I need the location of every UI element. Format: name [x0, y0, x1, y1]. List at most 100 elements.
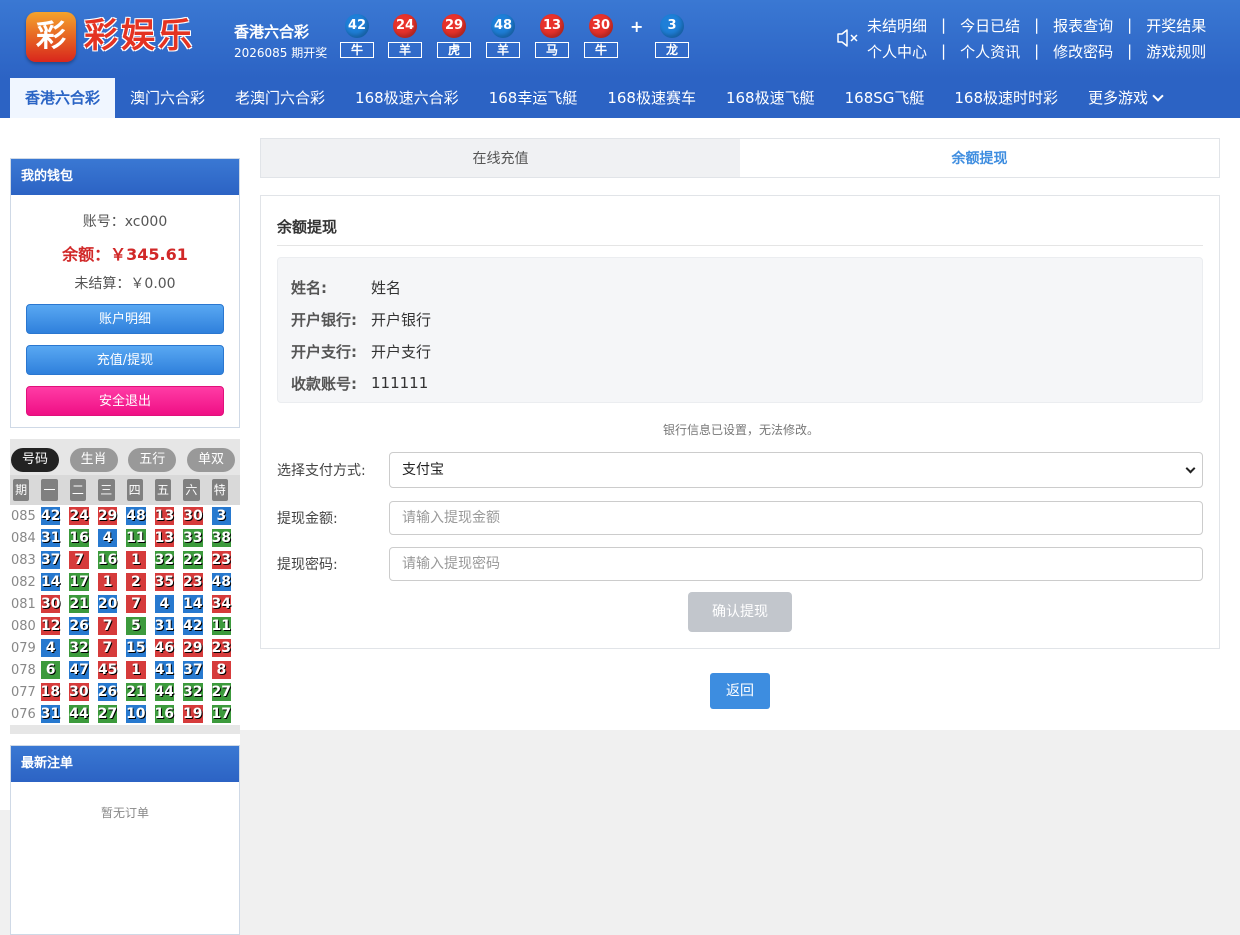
- nav-tab-168-lucky-boat[interactable]: 168幸运飞艇: [474, 78, 593, 118]
- ball-number: 48: [491, 14, 515, 38]
- history-number: 26: [69, 617, 89, 635]
- wallet-title: 我的钱包: [11, 159, 239, 195]
- history-number: 31: [154, 617, 175, 635]
- nav-tab-168-sg-boat[interactable]: 168SG飞艇: [830, 78, 940, 118]
- nav-tab-168-speed-ssc[interactable]: 168极速时时彩: [939, 78, 1073, 118]
- history-number: 32: [154, 551, 175, 569]
- ball-zodiac: 马: [535, 42, 569, 58]
- history-period: 080: [11, 618, 36, 634]
- history-row: 081 30 21 20 7 4 14 34: [10, 593, 240, 615]
- history-number: 18: [40, 683, 61, 701]
- history-number: 7: [97, 617, 118, 635]
- history-number: 42: [183, 617, 203, 635]
- info-value: 111111: [371, 374, 429, 392]
- nav-tab-168-speed-race[interactable]: 168极速赛车: [592, 78, 711, 118]
- history-period: 082: [11, 574, 36, 590]
- history-number: 4: [154, 595, 175, 613]
- link-game-rules[interactable]: 游戏规则: [1146, 41, 1206, 62]
- ball-number: 3: [660, 14, 684, 38]
- divider: [277, 245, 1203, 246]
- history-number: 48: [126, 507, 146, 525]
- history-number: 32: [69, 639, 89, 657]
- history-row: 082 14 17 1 2 35 23 48: [10, 571, 240, 593]
- separator: |: [941, 16, 947, 34]
- link-user-center[interactable]: 个人中心: [867, 41, 927, 62]
- bank-info-note: 银行信息已设置，无法修改。: [662, 423, 819, 437]
- info-label: 姓名:: [291, 278, 327, 297]
- password-input[interactable]: 请输入提现密码: [389, 547, 1203, 581]
- link-profile[interactable]: 个人资讯: [960, 41, 1020, 62]
- recent-bets-empty: 暂无订单: [100, 806, 149, 820]
- history-number: 46: [154, 639, 175, 657]
- history-number: 47: [69, 661, 89, 679]
- link-results[interactable]: 开奖结果: [1146, 15, 1206, 36]
- pay-method-value: 支付宝: [402, 462, 444, 478]
- history-number: 26: [97, 683, 118, 701]
- confirm-withdraw-button[interactable]: 确认提现: [688, 592, 792, 632]
- history-number: 29: [183, 639, 203, 657]
- tab-balance-withdraw[interactable]: 余额提现: [740, 139, 1219, 177]
- link-unsettled[interactable]: 未结明细: [867, 15, 927, 36]
- nav-tab-more-games[interactable]: 更多游戏: [1073, 78, 1177, 118]
- amount-input[interactable]: 请输入提现金额: [389, 501, 1203, 535]
- history-number: 5: [126, 617, 146, 635]
- history-tab-odd-even[interactable]: 单双: [186, 448, 235, 472]
- nav-tab-168-speed-six[interactable]: 168极速六合彩: [340, 78, 474, 118]
- history-number: 38: [211, 529, 231, 547]
- link-today-settled[interactable]: 今日已结: [960, 15, 1020, 36]
- account-detail-button[interactable]: 账户明细: [26, 304, 224, 334]
- history-tab-zodiac[interactable]: 生肖: [69, 448, 118, 472]
- nav-tab-168-speed-boat[interactable]: 168极速飞艇: [711, 78, 830, 118]
- history-number: 13: [154, 507, 175, 525]
- pay-method-select[interactable]: 支付宝: [389, 452, 1203, 488]
- tab-online-recharge[interactable]: 在线充值: [261, 139, 740, 177]
- history-number: 30: [183, 507, 203, 525]
- speaker-mute-icon[interactable]: [836, 27, 860, 49]
- wallet-panel: 我的钱包 账号：xc000 余额：￥345.61 未结算：￥0.00 账户明细 …: [10, 158, 240, 428]
- history-number: 16: [69, 529, 89, 547]
- history-number: 14: [183, 595, 203, 613]
- history-tab-element[interactable]: 五行: [128, 448, 177, 472]
- history-number: 16: [154, 705, 175, 723]
- nav-tab-old-macau[interactable]: 老澳门六合彩: [220, 78, 340, 118]
- recharge-withdraw-button[interactable]: 充值/提现: [26, 345, 224, 375]
- wallet-account: 账号：xc000: [82, 214, 168, 230]
- history-number: 31: [40, 529, 61, 547]
- history-number: 7: [126, 595, 146, 613]
- history-number: 23: [183, 573, 203, 591]
- history-period: 077: [11, 684, 36, 700]
- sidebar: 我的钱包 账号：xc000 余额：￥345.61 未结算：￥0.00 账户明细 …: [0, 118, 240, 935]
- info-name: 姓名: 姓名: [278, 271, 1202, 303]
- history-number: 48: [211, 573, 231, 591]
- history-number: 23: [211, 639, 231, 657]
- ball-number: 30: [589, 14, 613, 38]
- history-number: 11: [211, 617, 231, 635]
- link-report[interactable]: 报表查询: [1053, 15, 1113, 36]
- history-number: 6: [41, 661, 61, 679]
- lottery-name: 香港六合彩: [234, 23, 310, 41]
- history-row: 079 4 32 7 15 46 29 23: [10, 637, 240, 659]
- history-tab-number[interactable]: 号码: [11, 448, 59, 472]
- bank-info-box: 姓名: 姓名 开户银行: 开户银行 开户支行: 开户支行 收款账号: 111111: [277, 257, 1203, 403]
- history-number: 37: [40, 551, 61, 569]
- history-row: 080 12 26 7 5 31 42 11: [10, 615, 240, 637]
- history-number: 37: [183, 661, 203, 679]
- amount-row: 提现金额: 请输入提现金额: [277, 500, 1203, 536]
- nav-tab-hk-mark-six[interactable]: 香港六合彩: [10, 78, 116, 118]
- history-number: 30: [40, 595, 61, 613]
- logo-icon[interactable]: 彩: [26, 12, 76, 62]
- history-period: 081: [11, 596, 36, 612]
- logout-button[interactable]: 安全退出: [26, 386, 224, 416]
- back-button[interactable]: 返回: [710, 673, 770, 709]
- link-change-password[interactable]: 修改密码: [1053, 41, 1113, 62]
- history-number: 35: [154, 573, 175, 591]
- history-tabs: 号码 生肖 五行 单双: [10, 439, 240, 475]
- logo-text[interactable]: 彩娱乐: [84, 14, 195, 58]
- header: 彩 彩娱乐 香港六合彩 2026085 期开奖 42 牛 24 羊 29 虎 4…: [0, 0, 1240, 78]
- history-number: 14: [40, 573, 61, 591]
- ball-number: 13: [540, 14, 564, 38]
- draw-ball: 42 牛: [340, 14, 374, 58]
- history-number: 7: [97, 639, 118, 657]
- separator: |: [1127, 42, 1133, 60]
- nav-tab-macau-mark-six[interactable]: 澳门六合彩: [115, 78, 220, 118]
